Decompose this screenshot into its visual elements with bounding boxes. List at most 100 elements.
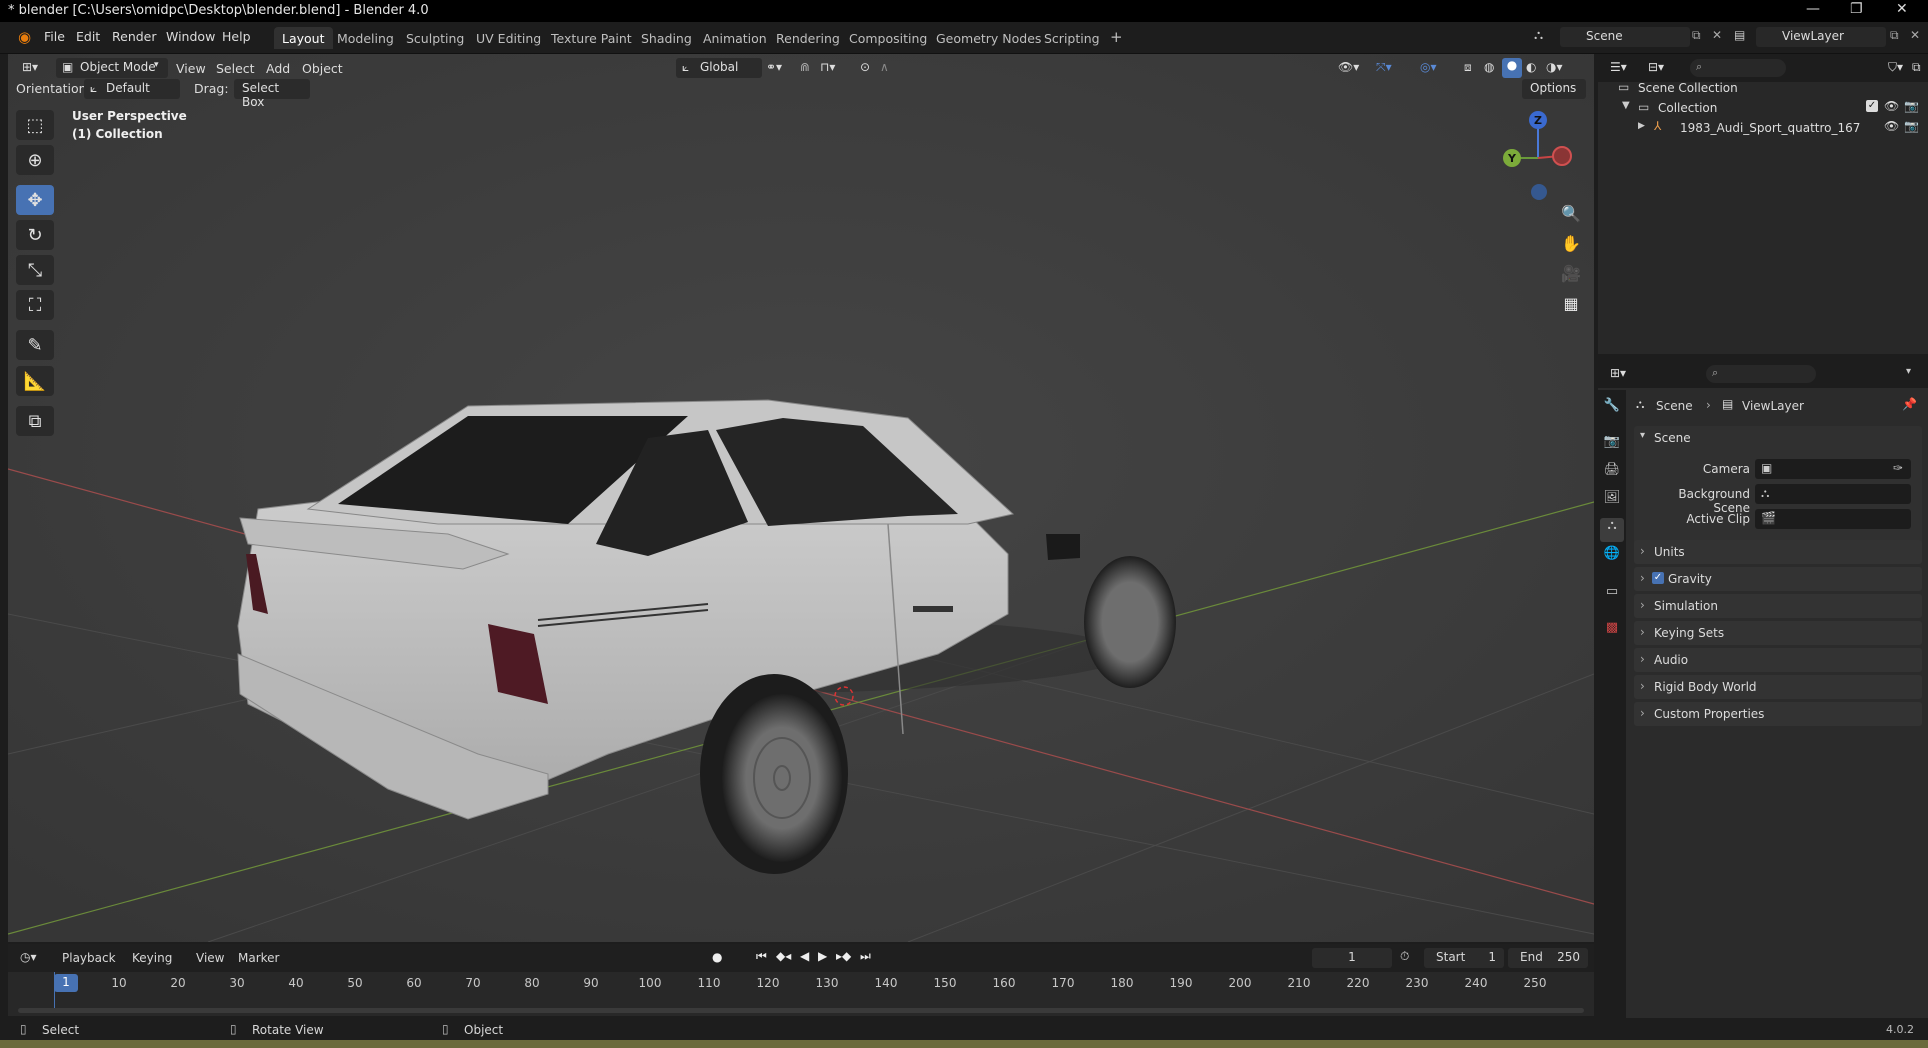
pin-icon[interactable]: 📌 <box>1902 397 1917 411</box>
navigation-gizmo[interactable]: Z Y <box>1494 108 1584 208</box>
drag-dropdown[interactable]: Select Box <box>234 79 310 109</box>
active-clip-field[interactable]: 🎬 <box>1755 509 1911 529</box>
output-tab-icon[interactable]: 🖨 <box>1600 462 1624 486</box>
xray-icon[interactable]: ⧈ <box>1464 60 1472 75</box>
overlay-toggle-icon[interactable]: ◎▾ <box>1420 60 1437 74</box>
close-button[interactable]: ✕ <box>1896 1 1908 17</box>
current-frame-field[interactable]: 1 <box>1312 948 1392 968</box>
custom-properties-panel[interactable]: › Custom Properties <box>1634 702 1922 726</box>
tab-scripting[interactable]: Scripting <box>1036 27 1108 49</box>
prev-keyframe-icon[interactable]: ◆◂ <box>776 949 791 963</box>
render-camera-icon[interactable]: 📷 <box>1904 119 1919 133</box>
move-tool[interactable]: ✥ <box>16 185 54 215</box>
tab-geometry-nodes[interactable]: Geometry Nodes <box>928 27 1049 49</box>
view-layer-tab-icon[interactable]: 🖼 <box>1600 490 1624 514</box>
scene-tab-icon[interactable]: ⛬ <box>1600 518 1624 542</box>
stopwatch-icon[interactable]: ⏱ <box>1400 949 1409 964</box>
neg-z-axis-handle[interactable] <box>1531 184 1547 200</box>
playhead-frame-badge[interactable]: 1 <box>54 974 78 992</box>
cursor-tool[interactable]: ⊕ <box>16 145 54 175</box>
new-viewlayer-icon[interactable]: ⧉ <box>1890 28 1899 43</box>
outliner-editor-icon[interactable]: ☰▾ <box>1610 60 1627 74</box>
orientation-setting-dropdown[interactable]: ⟀ Default <box>84 79 180 99</box>
rendered-shading-icon[interactable]: ◑▾ <box>1546 60 1563 74</box>
proportional-edit-icon[interactable]: ⊙ <box>860 60 870 74</box>
tab-texture-paint[interactable]: Texture Paint <box>543 27 640 49</box>
neg-x-axis-handle[interactable] <box>1552 146 1572 166</box>
camera-field[interactable]: ▣ ✑ <box>1755 459 1911 479</box>
pan-hand-icon[interactable]: ✋ <box>1558 234 1584 260</box>
tab-compositing[interactable]: Compositing <box>841 27 935 49</box>
menu-select[interactable]: Select <box>216 61 255 76</box>
transform-tool[interactable]: ⛶ <box>16 290 54 320</box>
annotate-tool[interactable]: ✎ <box>16 330 54 360</box>
render-camera-icon[interactable]: 📷 <box>1904 99 1919 113</box>
start-frame-field[interactable]: Start 1 <box>1424 948 1504 968</box>
outliner-row-object[interactable]: ▶ ⅄ 1983_Audi_Sport_quattro_167 👁 📷 <box>1598 118 1928 138</box>
minimize-button[interactable]: — <box>1806 1 1820 17</box>
wireframe-shading-icon[interactable]: ◍ <box>1484 60 1494 74</box>
play-icon[interactable]: ▶ <box>818 949 827 963</box>
tab-shading[interactable]: Shading <box>633 27 700 49</box>
properties-editor-icon[interactable]: ⊞▾ <box>1610 366 1626 380</box>
outliner-row-scene-collection[interactable]: ▭ Scene Collection <box>1598 78 1928 98</box>
eye-icon[interactable]: 👁 <box>1884 99 1899 113</box>
jump-start-icon[interactable]: ⏮ <box>756 949 767 964</box>
scene-icon[interactable]: ⛬ <box>1534 28 1543 43</box>
rigid-body-world-panel[interactable]: › Rigid Body World <box>1634 675 1922 699</box>
timeline-editor-icon[interactable]: ◷▾ <box>20 950 37 964</box>
new-collection-icon[interactable]: ⧉ <box>1912 60 1921 75</box>
collection-tab-icon[interactable]: ▭ <box>1600 584 1624 608</box>
viewlayer-icon[interactable]: ▤ <box>1734 28 1745 42</box>
menu-edit[interactable]: Edit <box>76 29 100 44</box>
properties-search-input[interactable]: ⌕ <box>1706 365 1816 383</box>
scale-tool[interactable]: ⤡ <box>16 255 54 285</box>
expand-arrow-icon[interactable]: ▶ <box>1638 121 1645 131</box>
menu-file[interactable]: File <box>44 29 65 44</box>
scene-field[interactable]: Scene <box>1560 27 1690 47</box>
viewlayer-field[interactable]: ViewLayer <box>1756 27 1886 47</box>
timeline-scrollbar[interactable] <box>18 1008 1584 1013</box>
menu-render[interactable]: Render <box>112 29 157 44</box>
gizmo-toggle-icon[interactable]: ⤧▾ <box>1376 60 1392 75</box>
menu-playback[interactable]: Playback <box>62 951 116 965</box>
gravity-checkbox[interactable]: ✓ <box>1652 572 1664 584</box>
delete-scene-icon[interactable]: ✕ <box>1712 28 1722 42</box>
chevron-down-icon[interactable]: ▾ <box>1640 430 1645 441</box>
outliner-row-collection[interactable]: ▼ ▭ Collection ✓ 👁 📷 <box>1598 98 1928 118</box>
eyedropper-icon[interactable]: ✑ <box>1893 461 1903 475</box>
solid-shading-icon[interactable]: ● <box>1502 58 1522 78</box>
gravity-panel[interactable]: › ✓ Gravity <box>1634 567 1922 591</box>
material-shading-icon[interactable]: ◐ <box>1526 60 1536 74</box>
end-frame-field[interactable]: End 250 <box>1508 948 1588 968</box>
display-mode-icon[interactable]: ⊟▾ <box>1648 60 1664 74</box>
pivot-icon[interactable]: ⚭▾ <box>766 60 782 74</box>
transform-orientation-dropdown[interactable]: ⟀ Global <box>676 58 762 78</box>
menu-window[interactable]: Window <box>166 29 215 44</box>
restore-button[interactable]: ❐ <box>1850 1 1863 17</box>
render-tab-icon[interactable]: 📷 <box>1600 434 1624 458</box>
tab-layout[interactable]: Layout <box>274 27 333 49</box>
rotate-tool[interactable]: ↻ <box>16 220 54 250</box>
camera-view-icon[interactable]: 🎥 <box>1558 264 1584 290</box>
delete-viewlayer-icon[interactable]: ✕ <box>1910 28 1920 42</box>
zoom-icon[interactable]: 🔍 <box>1558 204 1584 230</box>
play-reverse-icon[interactable]: ◀ <box>800 949 809 963</box>
menu-keying[interactable]: Keying <box>132 951 172 965</box>
blender-logo-icon[interactable]: ◉ <box>18 28 31 46</box>
tab-sculpting[interactable]: Sculpting <box>398 27 472 49</box>
add-workspace-button[interactable]: + <box>1102 27 1131 49</box>
simulation-panel[interactable]: › Simulation <box>1634 594 1922 618</box>
keying-sets-panel[interactable]: › Keying Sets <box>1634 621 1922 645</box>
tab-uv-editing[interactable]: UV Editing <box>468 27 549 49</box>
measure-tool[interactable]: 📐 <box>16 366 54 396</box>
editor-type-icon[interactable]: ⊞▾ <box>22 60 38 74</box>
add-cube-tool[interactable]: ⧉ <box>16 406 54 436</box>
tool-tab-icon[interactable]: 🔧 <box>1600 398 1624 422</box>
menu-view[interactable]: View <box>176 61 206 76</box>
record-icon[interactable]: ● <box>712 950 722 964</box>
scene-panel-title[interactable]: Scene <box>1654 431 1691 445</box>
chevron-down-icon[interactable]: ▾ <box>1906 366 1911 377</box>
new-scene-icon[interactable]: ⧉ <box>1692 28 1701 43</box>
menu-add[interactable]: Add <box>266 61 290 76</box>
